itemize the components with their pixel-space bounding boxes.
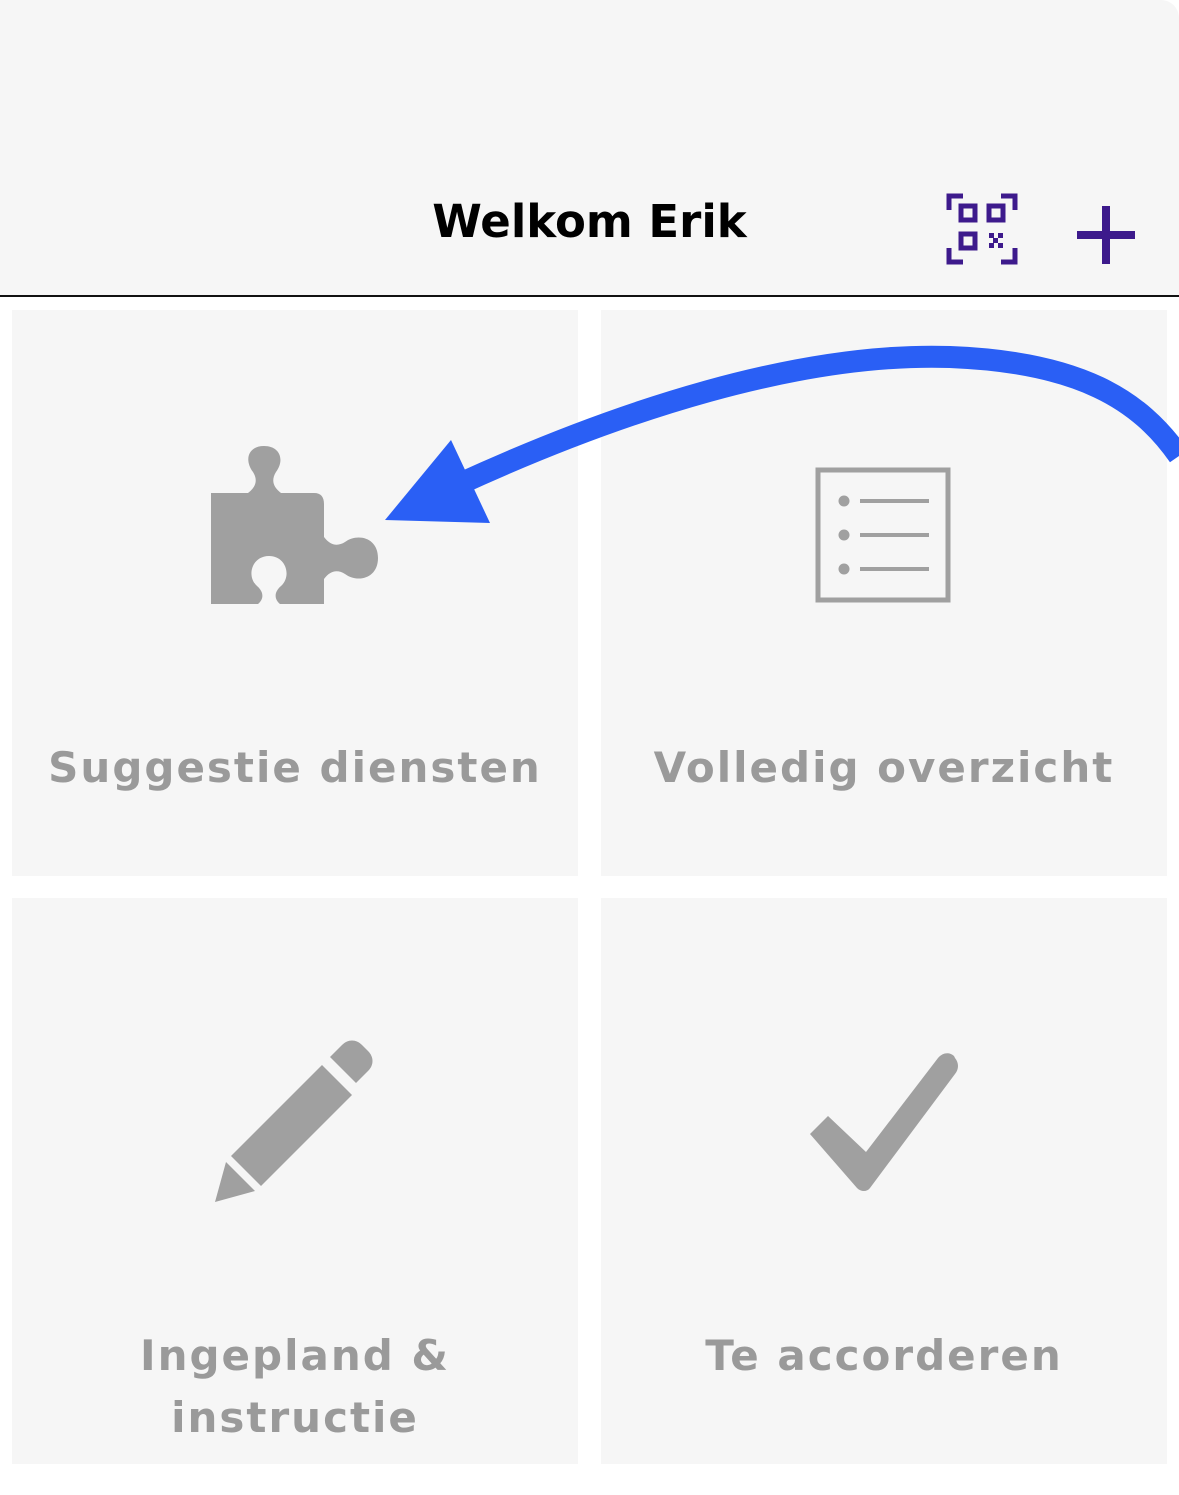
tile-label: Suggestie diensten: [48, 743, 542, 792]
plus-icon: [1077, 206, 1135, 264]
tile-te-accorderen[interactable]: Te accorderen: [601, 898, 1167, 1464]
tile-ingepland-instructie[interactable]: Ingepland & instructie: [12, 898, 578, 1464]
tile-volledig-overzicht[interactable]: Volledig overzicht: [601, 310, 1167, 876]
tile-suggestie-diensten[interactable]: Suggestie diensten: [12, 310, 578, 876]
qr-code-scan-icon: [946, 193, 1018, 265]
add-button[interactable]: [1073, 202, 1139, 268]
qr-scan-button[interactable]: [945, 192, 1019, 266]
tile-label: Ingepland & instructie: [139, 1331, 451, 1442]
tile-label: Volledig overzicht: [653, 743, 1115, 792]
top-bar: Welkom Erik: [0, 0, 1179, 297]
tile-label: Te accorderen: [705, 1331, 1063, 1380]
app-root: Welkom Erik Suggestie diensten Volledig …: [0, 0, 1179, 1495]
